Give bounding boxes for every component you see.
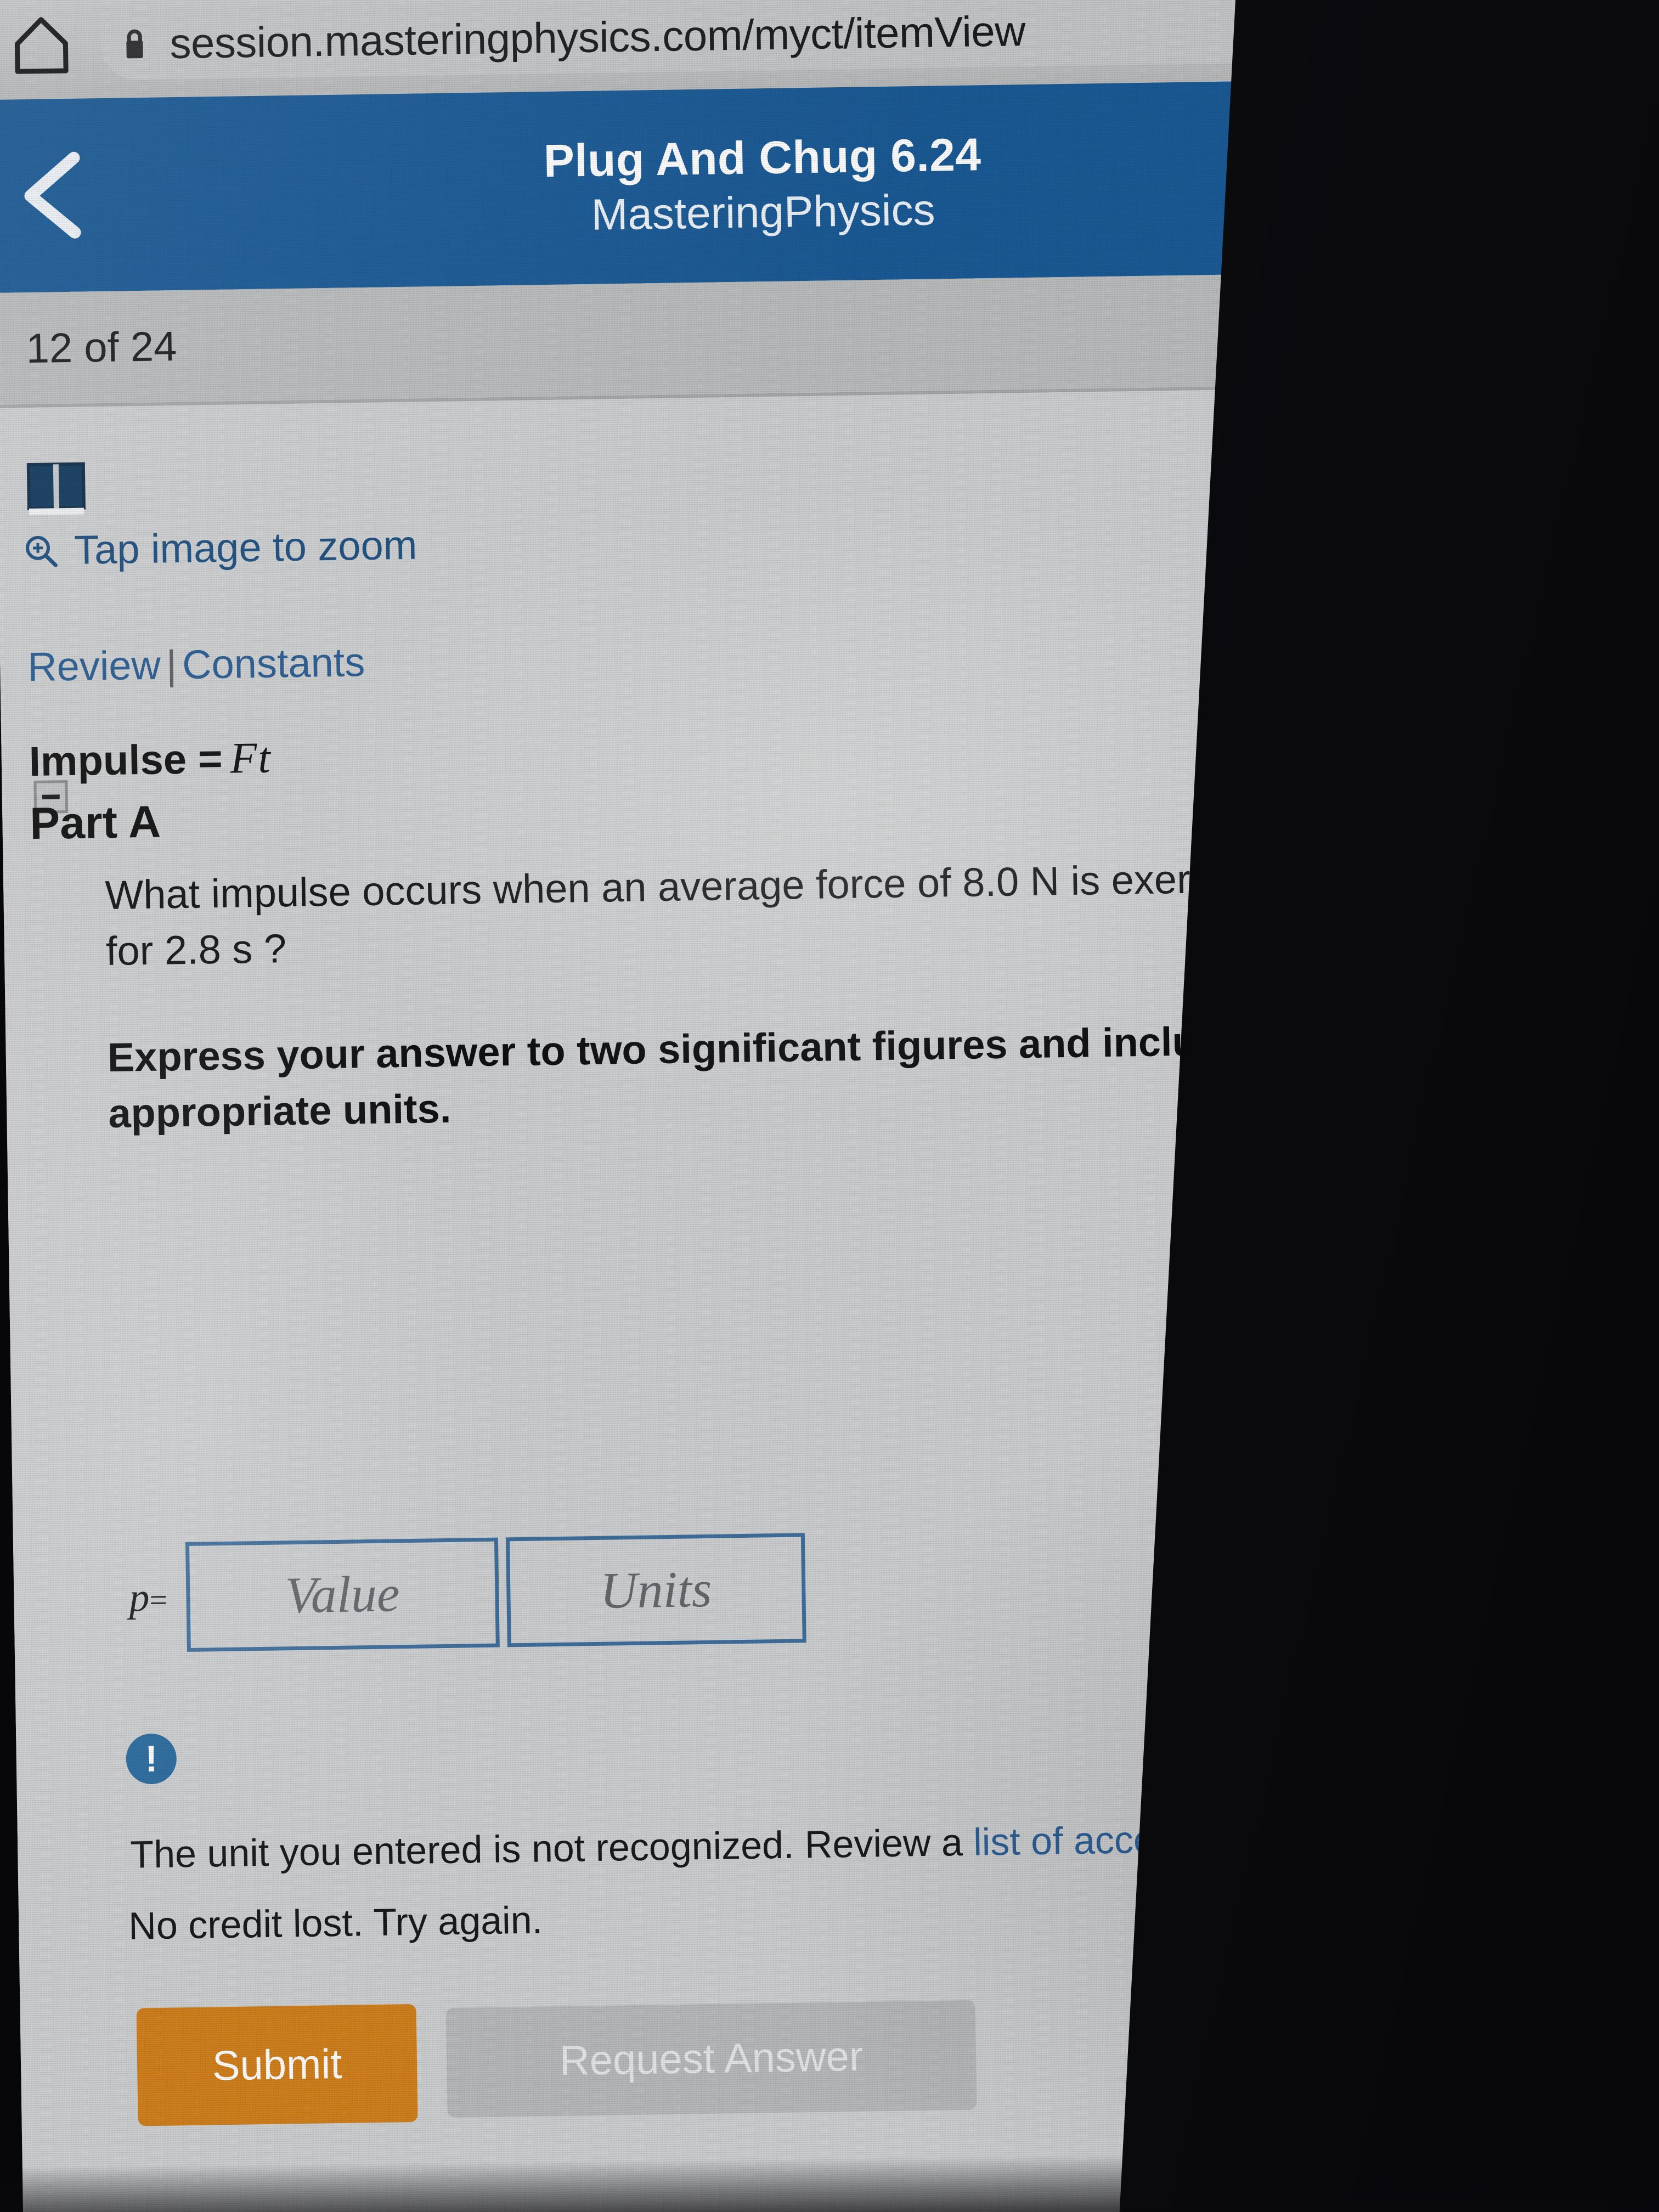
url-text: session.masteringphysics.com/myct/itemVi… xyxy=(169,6,1026,67)
phone-photo-frame: session.masteringphysics.com/myct/itemVi… xyxy=(0,0,1659,2212)
value-input[interactable]: Value xyxy=(185,1537,500,1652)
tab-count-button[interactable]: 7 xyxy=(1452,0,1500,48)
magnifier-plus-icon xyxy=(24,533,58,568)
submit-button[interactable]: Submit xyxy=(136,2004,418,2126)
kebab-menu-icon[interactable] xyxy=(1532,0,1564,61)
feedback-message-prefix: The unit you entered is not recognized. … xyxy=(129,1820,974,1876)
progress-counter: 12 of 24 xyxy=(26,323,177,372)
question-instruction: Express your answer to two significant f… xyxy=(107,1017,1317,1137)
review-constants-links: Review | Constants xyxy=(27,639,365,690)
hamburger-menu-icon[interactable] xyxy=(1463,126,1568,221)
lock-icon xyxy=(122,28,147,60)
constants-link[interactable]: Constants xyxy=(182,639,365,687)
feedback-message-suffix: . xyxy=(1351,1815,1362,1858)
answer-entry-row: p= Value Units xyxy=(128,1533,806,1652)
review-link[interactable]: Review xyxy=(27,642,161,690)
link-separator: | xyxy=(166,642,177,688)
formula-expression: Ft xyxy=(229,733,272,783)
tap-image-to-zoom[interactable]: Tap image to zoom xyxy=(23,522,417,574)
app-header: Plug And Chug 6.24 MasteringPhysics xyxy=(0,76,1602,293)
home-icon[interactable] xyxy=(13,15,71,76)
feedback-message-line2: No credit lost. Try again. xyxy=(128,1898,543,1948)
feedback-message: The unit you entered is not recognized. … xyxy=(130,1814,1362,1876)
open-book-icon[interactable] xyxy=(26,460,87,520)
units-input-placeholder: Units xyxy=(599,1560,713,1620)
question-block: What impulse occurs when an average forc… xyxy=(105,848,1453,1142)
part-title: Part A xyxy=(29,797,161,849)
next-button[interactable]: Next xyxy=(1282,2187,1525,2212)
header-title-group: Plug And Chug 6.24 MasteringPhysics xyxy=(61,120,1464,251)
answer-variable-label: p= xyxy=(129,1574,168,1621)
exclamation-alert-icon: ! xyxy=(126,1733,177,1785)
value-input-placeholder: Value xyxy=(284,1565,400,1624)
equals-sign: = xyxy=(149,1582,168,1618)
question-text: What impulse occurs when an average forc… xyxy=(104,853,1417,974)
phone-screen: session.masteringphysics.com/myct/itemVi… xyxy=(0,0,1654,2212)
zoom-hint-label: Tap image to zoom xyxy=(74,522,417,573)
action-button-row: Submit Request Answer xyxy=(136,1996,977,2126)
units-input[interactable]: Units xyxy=(505,1533,806,1647)
address-bar[interactable]: session.masteringphysics.com/myct/itemVi… xyxy=(100,0,1442,81)
formula-label: Impulse = xyxy=(29,735,223,786)
request-answer-button[interactable]: Request Answer xyxy=(445,2000,977,2118)
problem-content: Tap image to zoom Review | Constants Impul… xyxy=(0,384,1641,2212)
impulse-formula: Impulse = Ft xyxy=(29,733,272,787)
acceptable-units-link[interactable]: list of acceptable units xyxy=(973,1815,1352,1864)
variable-p: p xyxy=(128,1575,150,1621)
